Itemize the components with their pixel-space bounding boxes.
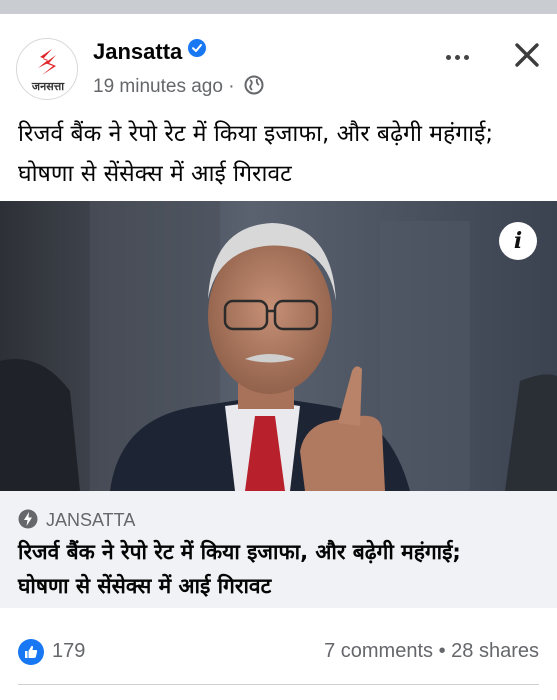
meta-separator: ·: [228, 76, 235, 97]
jansatta-logo-icon: [38, 49, 56, 75]
post-header: जनसत्ता Jansatta 19 minutes ago ·: [0, 14, 557, 110]
more-options-icon[interactable]: [440, 42, 474, 72]
engagement-bar: 179 7 comments • 28 shares: [0, 628, 557, 672]
like-count[interactable]: 179: [52, 640, 85, 663]
link-title-line-2: घोषणा से सेंसेक्स में आई गिरावट: [18, 574, 272, 598]
bolt-icon: [18, 509, 38, 534]
comments-count[interactable]: 7 comments: [324, 640, 433, 662]
post-text: रिजर्व बैंक ने रेपो रेट में किया इजाफा, …: [18, 114, 548, 194]
page-name[interactable]: Jansatta: [93, 39, 182, 64]
engagement-counts: 7 comments • 28 shares: [324, 640, 539, 663]
verified-badge-icon: [188, 39, 207, 57]
link-source: JANSATTA: [18, 509, 135, 534]
close-icon[interactable]: [510, 38, 544, 72]
link-title-line-1: रिजर्व बैंक ने रेपो रेट में किया इजाफा, …: [18, 540, 461, 564]
page-name-row: Jansatta: [93, 39, 207, 65]
post-text-line-2: घोषणा से सेंसेक्स में आई गिरावट: [18, 161, 292, 187]
shares-count[interactable]: 28 shares: [451, 640, 539, 662]
divider: [18, 684, 539, 685]
link-preview-card[interactable]: JANSATTA रिजर्व बैंक ने रेपो रेट में किय…: [0, 491, 557, 608]
post-photo[interactable]: [0, 201, 557, 491]
logo-text: जनसत्ता: [31, 80, 65, 93]
info-icon[interactable]: i: [499, 222, 537, 260]
post-meta: 19 minutes ago ·: [93, 75, 264, 101]
stats-separator: •: [438, 640, 446, 662]
like-icon[interactable]: [18, 639, 44, 665]
man-in-suit-photo: [0, 201, 557, 491]
link-source-text: JANSATTA: [46, 510, 136, 530]
link-title[interactable]: रिजर्व बैंक ने रेपो रेट में किया इजाफा, …: [18, 535, 548, 603]
page-avatar[interactable]: जनसत्ता: [16, 38, 78, 100]
globe-icon: [244, 75, 264, 101]
post-text-line-1: रिजर्व बैंक ने रेपो रेट में किया इजाफा, …: [18, 121, 494, 147]
post-time[interactable]: 19 minutes ago: [93, 76, 223, 97]
top-strip: [0, 0, 557, 14]
